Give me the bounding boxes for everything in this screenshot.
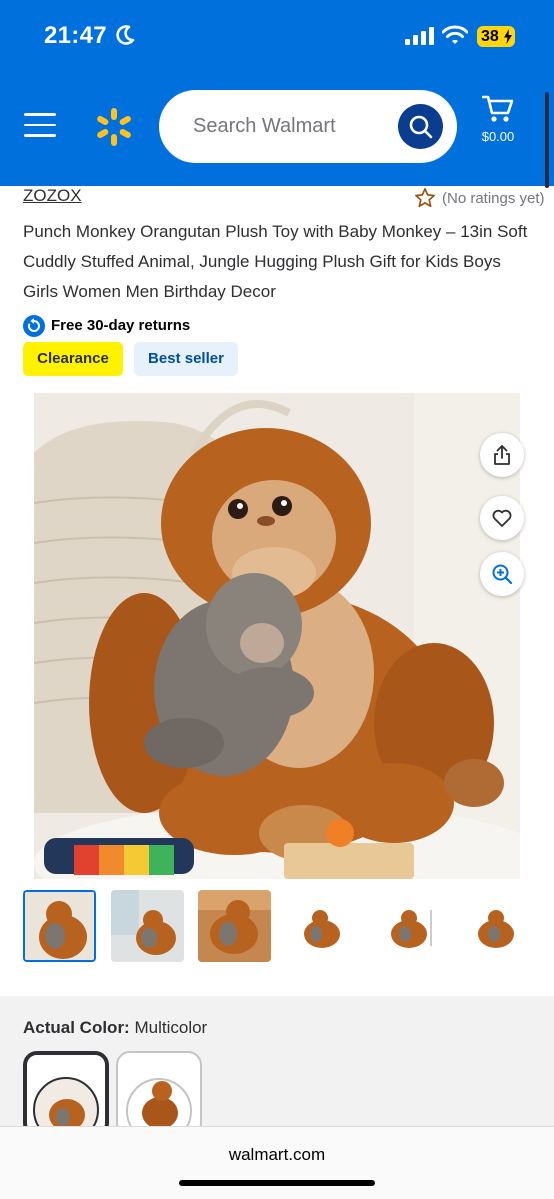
status-bar: 21:47 38	[0, 0, 554, 72]
cellular-signal-icon	[405, 27, 434, 45]
status-time: 21:47	[44, 22, 107, 49]
share-button[interactable]	[480, 433, 524, 477]
zoom-button[interactable]	[480, 552, 524, 596]
color-value: Multicolor	[134, 1018, 208, 1037]
rating-summary[interactable]: (No ratings yet)	[414, 187, 554, 209]
app-header: 21:47 38 Search Walmart $0.00	[0, 0, 554, 188]
returns-label: Free 30-day returns	[51, 317, 191, 334]
color-swatch-2[interactable]	[116, 1051, 202, 1137]
moon-icon	[116, 25, 135, 45]
battery-level: 38	[481, 28, 499, 45]
walmart-spark-icon[interactable]	[94, 107, 134, 147]
rating-text: (No ratings yet)	[442, 190, 545, 207]
browser-url-bar[interactable]: walmart.com	[0, 1126, 554, 1199]
color-option-label: Actual Color: Multicolor	[23, 1018, 207, 1038]
thumbnail-1[interactable]	[23, 890, 96, 962]
thumbnail-5[interactable]	[373, 890, 446, 962]
search-button[interactable]	[398, 104, 443, 149]
star-icon	[415, 188, 435, 208]
thumbnail-3[interactable]	[198, 890, 271, 962]
cart-button[interactable]: $0.00	[476, 95, 520, 151]
scrollbar[interactable]	[545, 92, 549, 188]
product-title: Punch Monkey Orangutan Plush Toy with Ba…	[23, 222, 528, 301]
clearance-badge: Clearance	[23, 342, 123, 376]
favorite-button[interactable]	[480, 496, 524, 540]
charging-bolt-icon	[504, 29, 512, 44]
zoom-icon	[492, 564, 513, 585]
color-swatch-1[interactable]	[23, 1051, 109, 1137]
menu-button[interactable]	[24, 113, 56, 139]
home-indicator[interactable]	[179, 1180, 375, 1186]
share-icon	[494, 445, 510, 465]
cart-total: $0.00	[481, 129, 515, 144]
brand-link[interactable]: ZOZOX	[23, 186, 82, 206]
bestseller-badge: Best seller	[134, 342, 238, 376]
search-input[interactable]: Search Walmart	[193, 115, 336, 138]
thumbnail-2[interactable]	[111, 890, 184, 962]
url-text[interactable]: walmart.com	[0, 1145, 554, 1165]
returns-icon	[23, 315, 45, 337]
thumbnail-4[interactable]	[286, 890, 359, 962]
product-image[interactable]	[34, 393, 520, 879]
wifi-icon	[442, 25, 468, 44]
heart-icon	[492, 509, 512, 527]
battery-indicator: 38	[477, 26, 515, 47]
search-icon	[409, 115, 433, 139]
menu-icon	[24, 113, 56, 116]
color-label: Actual Color:	[23, 1018, 130, 1037]
search-bar[interactable]: Search Walmart	[159, 90, 457, 163]
cart-icon	[482, 95, 514, 122]
thumbnail-6[interactable]	[460, 890, 533, 962]
product-photo	[34, 393, 520, 879]
